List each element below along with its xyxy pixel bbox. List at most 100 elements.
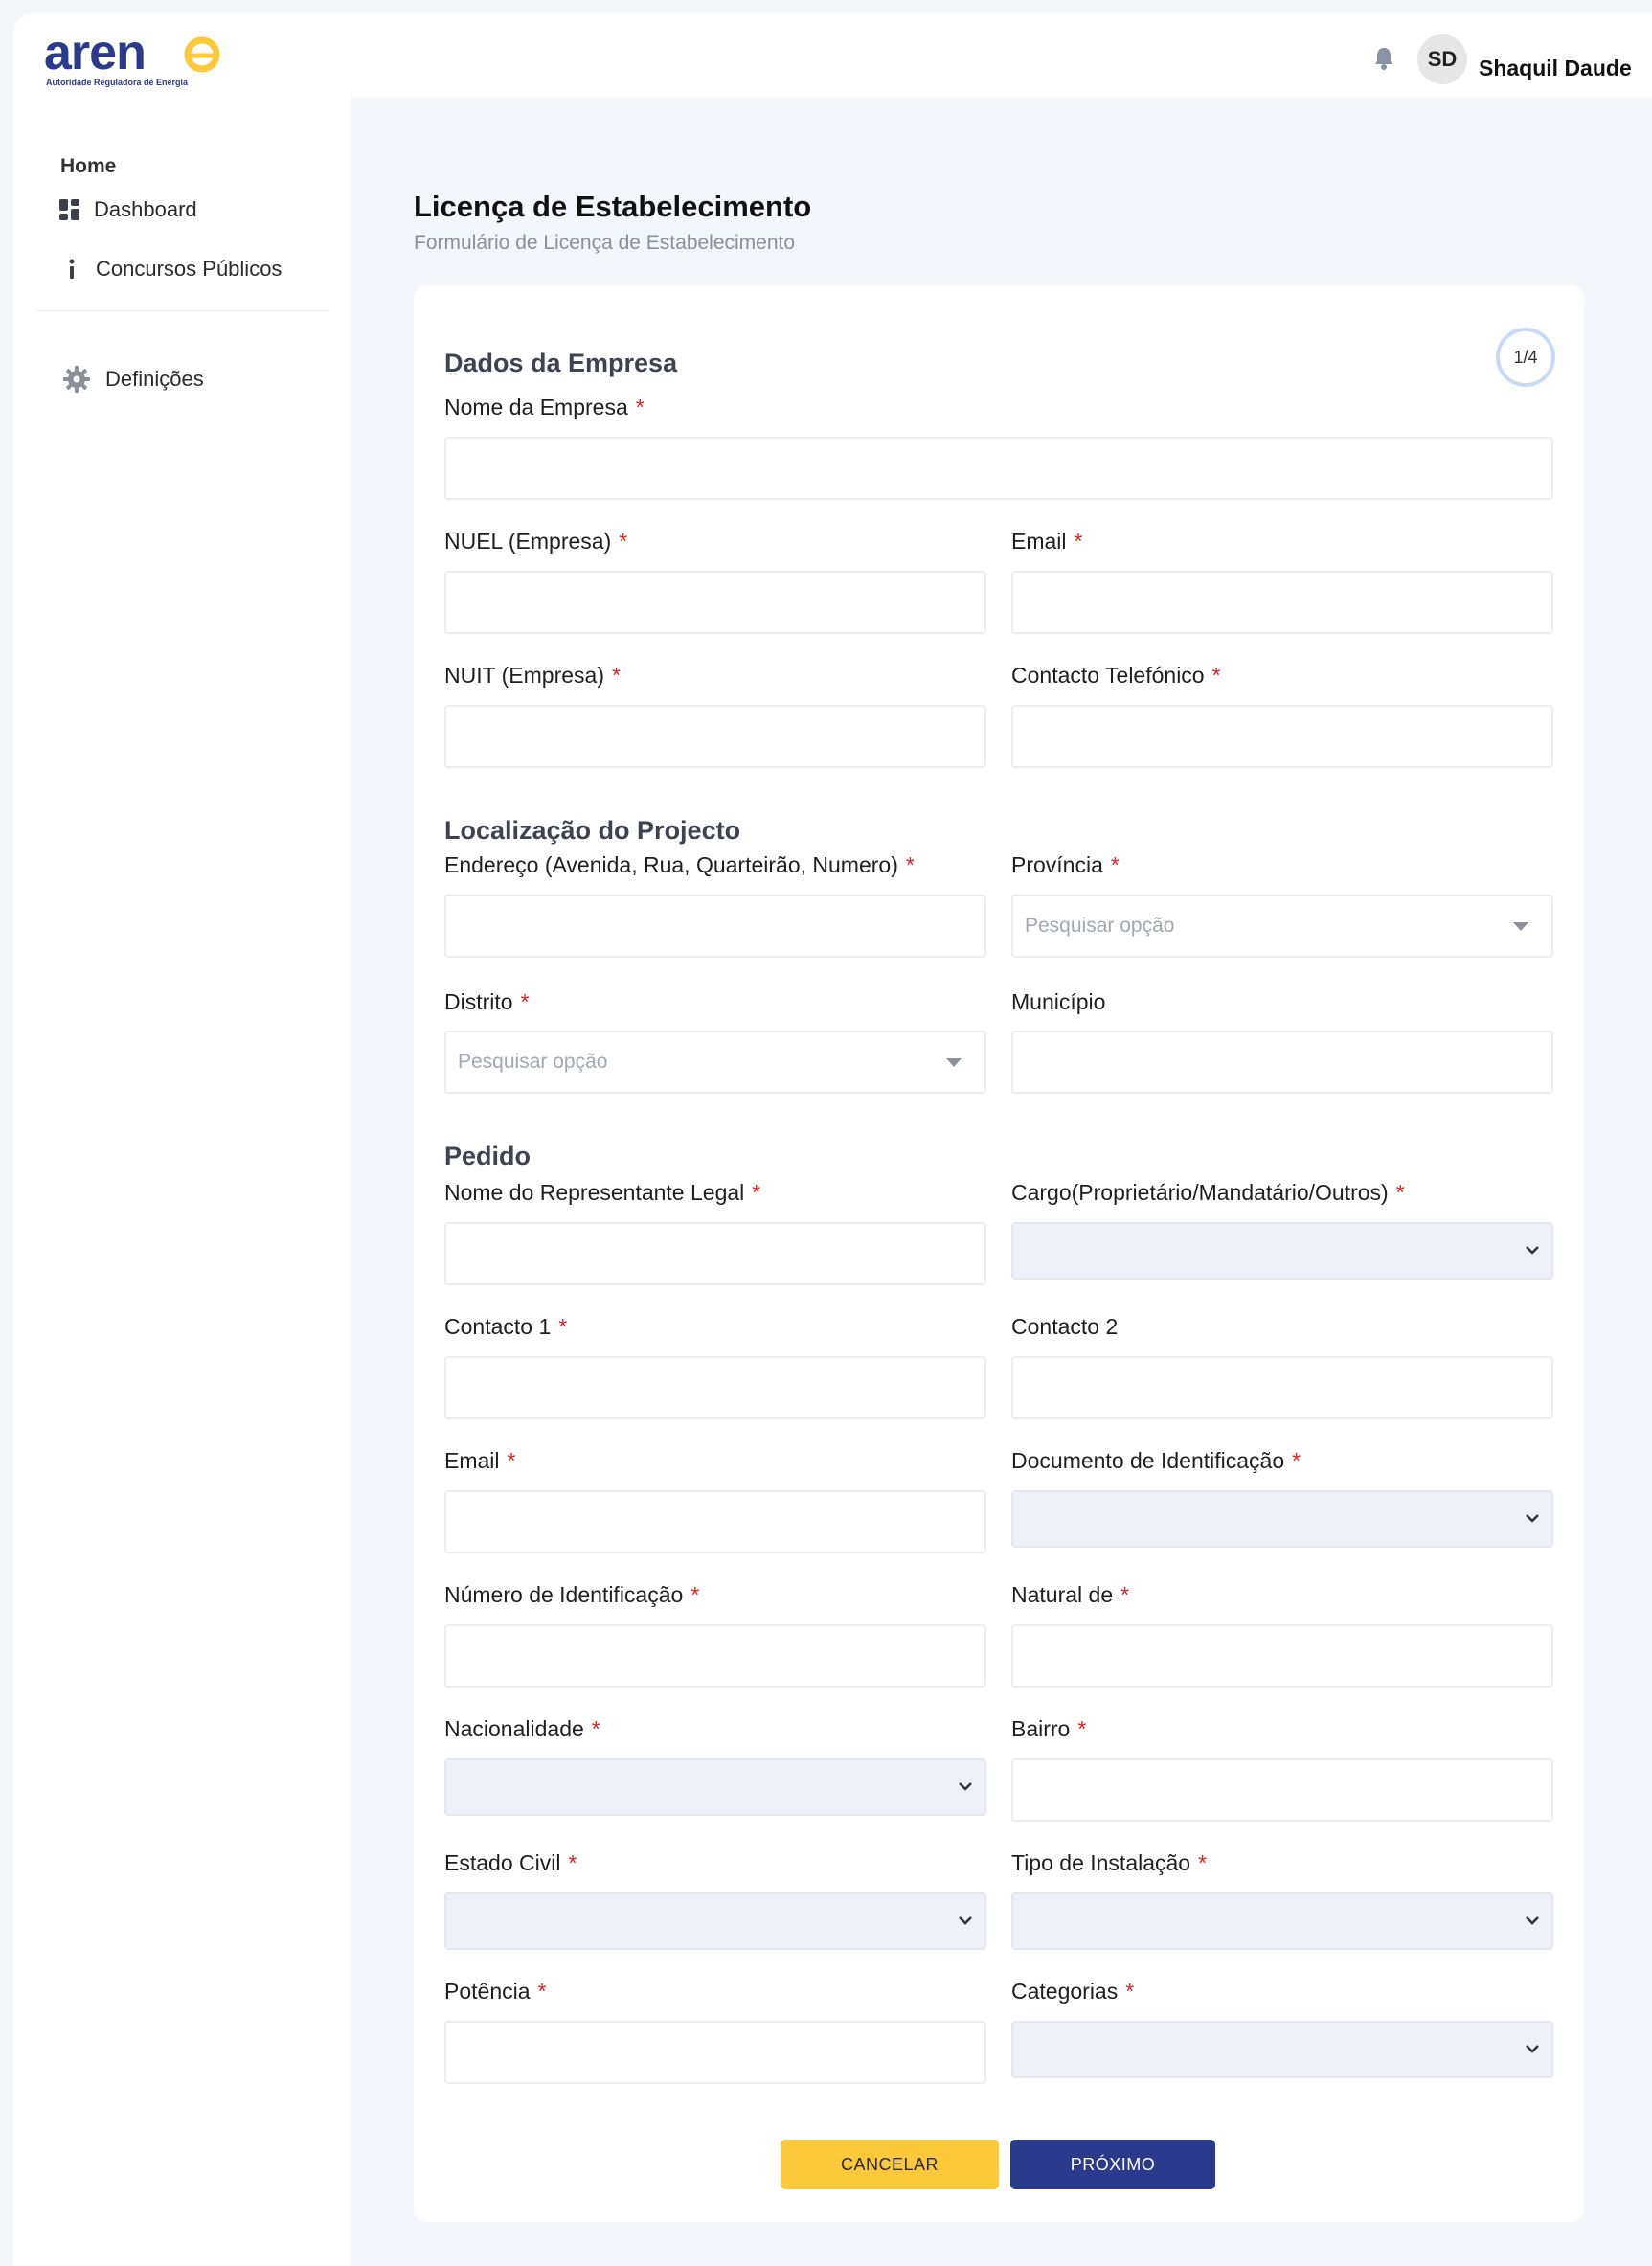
avatar[interactable]: SD [1417, 34, 1467, 84]
form-card: 1/4 Dados da Empresa Nome da Empresa * NU… [414, 285, 1584, 2222]
sidebar-home-heading[interactable]: Home [60, 155, 116, 178]
id-doc-select[interactable] [1011, 1490, 1553, 1548]
info-icon [69, 259, 75, 279]
label-id-doc: Documento de Identificação * [1011, 1448, 1301, 1474]
chevron-down-icon [1526, 1246, 1539, 1255]
district-select[interactable]: Pesquisar opção [444, 1031, 986, 1094]
label-text: Potência [444, 1979, 531, 2004]
logo-wordmark: aren [44, 31, 220, 79]
id-number-input[interactable] [444, 1624, 986, 1688]
required-mark: * [1211, 663, 1221, 688]
label-text: Município [1011, 989, 1106, 1014]
bell-icon[interactable] [1373, 46, 1394, 71]
page-subtitle: Formulário de Licença de Estabelecimento [414, 232, 796, 254]
next-button[interactable]: PRÓXIMO [1010, 2140, 1215, 2189]
company-name-input[interactable] [444, 437, 1553, 500]
label-municipality: Município [1011, 989, 1105, 1015]
sidebar-item-concursos[interactable]: Concursos Públicos [61, 257, 282, 282]
chevron-down-icon [1526, 1916, 1539, 1925]
section-title-location: Localização do Projecto [444, 816, 741, 845]
required-mark: * [619, 529, 628, 554]
label-role: Cargo(Proprietário/Mandatário/Outros) * [1011, 1180, 1405, 1206]
contact1-input[interactable] [444, 1356, 986, 1419]
label-province: Província * [1011, 852, 1120, 878]
label-power: Potência * [444, 1979, 546, 2005]
section-title-request: Pedido [444, 1142, 532, 1170]
label-text: Número de Identificação [444, 1582, 684, 1607]
rep-email-input[interactable] [444, 1490, 986, 1553]
section-title-company: Dados da Empresa [444, 349, 678, 377]
label-text: Nacionalidade [444, 1716, 584, 1741]
label-phone: Contacto Telefónico * [1011, 663, 1221, 689]
logo-subtitle: Autoridade Reguladora de Energia [46, 78, 189, 87]
svg-text:aren: aren [44, 31, 146, 79]
birthplace-input[interactable] [1011, 1624, 1553, 1688]
required-mark: * [690, 1582, 700, 1607]
sidebar-item-dashboard[interactable]: Dashboard [59, 197, 197, 222]
install-type-select[interactable] [1011, 1892, 1553, 1950]
label-text: Contacto 2 [1011, 1314, 1119, 1339]
role-select[interactable] [1011, 1222, 1553, 1280]
address-input[interactable] [444, 895, 986, 958]
required-mark: * [1395, 1180, 1405, 1205]
required-mark: * [752, 1180, 761, 1205]
label-rep-email: Email * [444, 1448, 515, 1474]
nuit-input[interactable] [444, 705, 986, 768]
chevron-down-icon [1526, 2045, 1539, 2053]
required-mark: * [1125, 1979, 1135, 2004]
label-text: Bairro [1011, 1716, 1071, 1741]
chevron-down-icon [959, 1782, 972, 1791]
step-indicator: 1/4 [1496, 328, 1555, 387]
label-district: Distrito * [444, 989, 530, 1015]
nationality-select[interactable] [444, 1758, 986, 1816]
province-placeholder: Pesquisar opção [1025, 915, 1175, 937]
sidebar: Home Dashboard Concursos Públicos Defini… [13, 98, 351, 2266]
phone-input[interactable] [1011, 705, 1553, 768]
district-placeholder: Pesquisar opção [458, 1051, 608, 1073]
label-text: NUIT (Empresa) [444, 663, 604, 688]
rep-name-input[interactable] [444, 1222, 986, 1285]
categories-select[interactable] [1011, 2021, 1553, 2078]
arene-logo[interactable]: aren Autoridade Reguladora de Energia [44, 31, 236, 98]
province-select[interactable]: Pesquisar opção [1011, 895, 1553, 958]
cancel-button[interactable]: CANCELAR [781, 2140, 999, 2189]
label-company-email: Email * [1011, 529, 1082, 555]
required-mark: * [537, 1979, 547, 2004]
caret-down-icon [1513, 922, 1528, 931]
label-nationality: Nacionalidade * [444, 1716, 600, 1742]
app-frame: aren Autoridade Reguladora de Energia SD… [13, 13, 1652, 2266]
required-mark: * [1110, 852, 1120, 877]
label-birthplace: Natural de * [1011, 1582, 1129, 1608]
label-text: Contacto Telefónico [1011, 663, 1205, 688]
label-text: Província [1011, 852, 1103, 877]
sidebar-item-definicoes[interactable]: Definições [61, 364, 204, 395]
label-text: Endereço (Avenida, Rua, Quarteirão, Nume… [444, 852, 898, 877]
top-header: aren Autoridade Reguladora de Energia SD… [13, 13, 1652, 98]
label-contact2: Contacto 2 [1011, 1314, 1118, 1340]
nuel-input[interactable] [444, 571, 986, 634]
contact2-input[interactable] [1011, 1356, 1553, 1419]
sidebar-divider [36, 310, 328, 311]
label-text: Natural de [1011, 1582, 1114, 1607]
label-address: Endereço (Avenida, Rua, Quarteirão, Nume… [444, 852, 915, 878]
power-input[interactable] [444, 2021, 986, 2084]
sidebar-item-label: Concursos Públicos [96, 257, 283, 281]
label-company-name: Nome da Empresa * [444, 395, 645, 420]
label-text: Estado Civil [444, 1850, 561, 1875]
municipality-input[interactable] [1011, 1031, 1553, 1094]
label-neighborhood: Bairro * [1011, 1716, 1086, 1742]
required-mark: * [612, 663, 621, 688]
grid-icon [59, 199, 79, 220]
main-content: Licença de Estabelecimento Formulário de… [351, 98, 1652, 2266]
company-email-input[interactable] [1011, 571, 1553, 634]
label-nuel: NUEL (Empresa) * [444, 529, 627, 555]
label-install-type: Tipo de Instalação * [1011, 1850, 1207, 1876]
neighborhood-input[interactable] [1011, 1758, 1553, 1822]
label-text: Nome da Empresa [444, 395, 628, 419]
required-mark: * [1074, 529, 1083, 554]
marital-status-select[interactable] [444, 1892, 986, 1950]
required-mark: * [1292, 1448, 1301, 1473]
label-id-number: Número de Identificação * [444, 1582, 699, 1608]
required-mark: * [568, 1850, 577, 1875]
user-name[interactable]: Shaquil Daude [1479, 56, 1632, 81]
